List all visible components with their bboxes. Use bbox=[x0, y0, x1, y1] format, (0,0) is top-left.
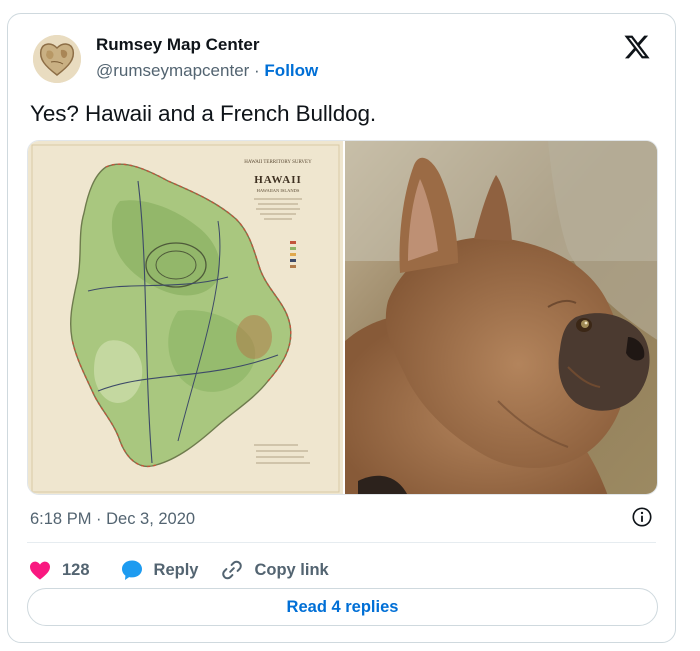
follow-button[interactable]: Follow bbox=[264, 61, 318, 80]
author-display-name[interactable]: Rumsey Map Center bbox=[96, 35, 259, 55]
map-image: HAWAII TERRITORY SURVEY HAWAII HAWAIIAN … bbox=[28, 141, 343, 494]
link-icon bbox=[220, 558, 244, 582]
divider bbox=[27, 542, 656, 543]
french-bulldog-photo bbox=[345, 141, 657, 494]
tweet-text: Yes? Hawaii and a French Bulldog. bbox=[30, 101, 377, 126]
reply-button[interactable]: Reply bbox=[120, 558, 199, 582]
x-logo-icon[interactable] bbox=[623, 33, 651, 61]
map-title: HAWAII bbox=[254, 174, 302, 186]
author-handle[interactable]: @rumseymapcenter bbox=[96, 61, 249, 80]
handle-separator: · bbox=[249, 61, 265, 80]
like-button[interactable]: 128 bbox=[28, 558, 90, 582]
tweet-card: Rumsey Map Center @rumseymapcenter · Fol… bbox=[7, 13, 676, 643]
reply-label: Reply bbox=[153, 560, 199, 579]
info-icon[interactable] bbox=[631, 506, 653, 528]
author-avatar[interactable] bbox=[33, 35, 81, 83]
author-handle-row: @rumseymapcenter · Follow bbox=[96, 61, 318, 81]
speech-bubble-icon bbox=[120, 558, 144, 582]
tweet-timestamp[interactable]: 6:18 PM · Dec 3, 2020 bbox=[30, 510, 195, 529]
like-count: 128 bbox=[62, 560, 90, 579]
read-replies-button[interactable]: Read 4 replies bbox=[27, 588, 658, 626]
copy-link-label: Copy link bbox=[254, 560, 329, 579]
action-bar: 128 Reply Copy link bbox=[28, 555, 329, 585]
heart-icon bbox=[28, 558, 52, 582]
copy-link-button[interactable]: Copy link bbox=[220, 558, 329, 582]
map-header: HAWAII TERRITORY SURVEY bbox=[244, 160, 312, 165]
map-subtitle: HAWAIIAN ISLANDS bbox=[257, 188, 300, 193]
tweet-media[interactable]: HAWAII TERRITORY SURVEY HAWAII HAWAIIAN … bbox=[27, 140, 658, 495]
